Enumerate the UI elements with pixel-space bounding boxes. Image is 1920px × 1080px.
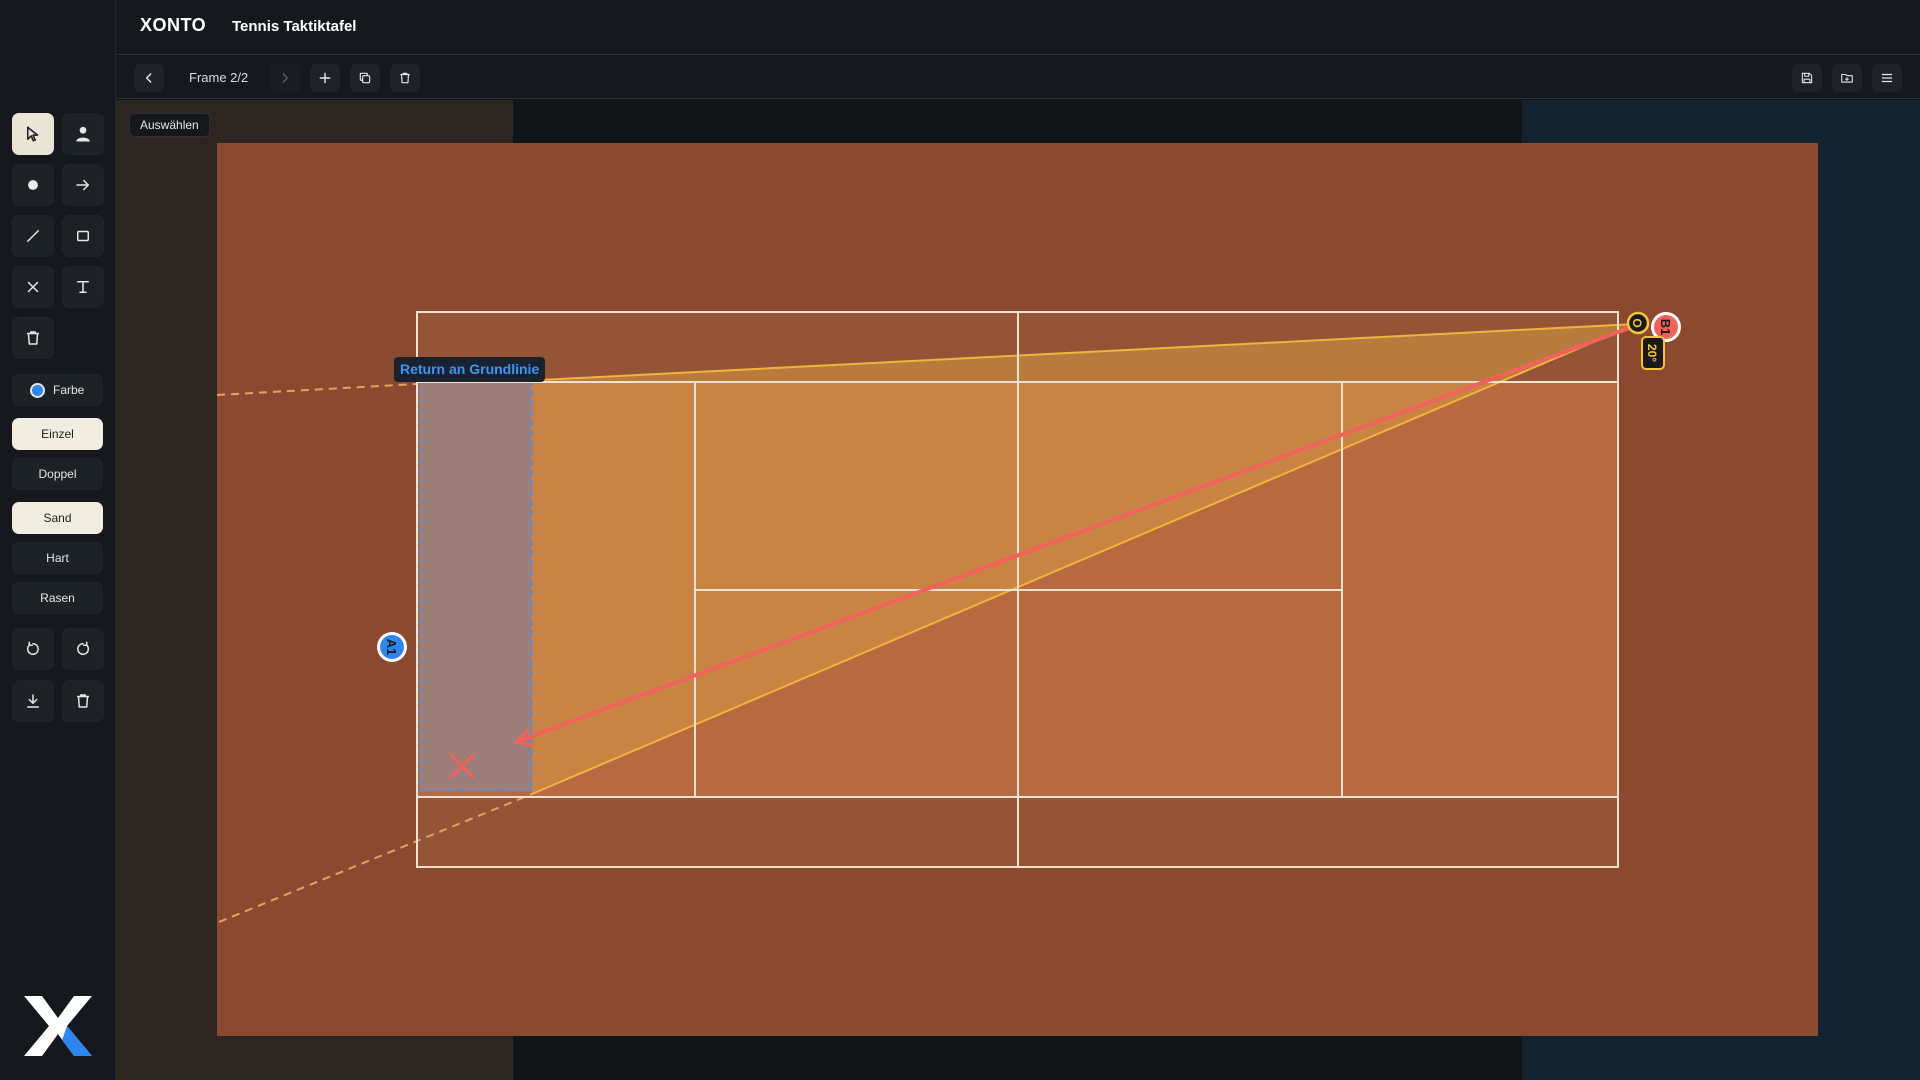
player-tool-button[interactable] (62, 113, 104, 155)
line-icon (27, 230, 39, 242)
chevron-left-icon (145, 73, 152, 83)
save-icon (1801, 72, 1813, 84)
person-icon (76, 126, 90, 142)
undo-icon (26, 641, 39, 655)
plus-icon (319, 72, 331, 84)
tactic-canvas[interactable]: A1 B1 O 20° Auswählen Return an Grundlin… (116, 100, 1920, 1080)
ball-marker[interactable]: O (1626, 311, 1650, 335)
trash-icon (77, 694, 89, 708)
trash-icon (400, 72, 410, 84)
next-frame-button[interactable] (270, 64, 300, 92)
angle-badge: 20° (1641, 336, 1665, 370)
mode-singles-button[interactable]: Einzel (12, 418, 103, 450)
x-mark-icon (27, 281, 39, 293)
line-tool-button[interactable] (12, 215, 54, 257)
surface-hard-button[interactable]: Hart (12, 542, 103, 574)
select-tool-button[interactable] (12, 113, 54, 155)
target-zone[interactable] (420, 382, 532, 791)
player-b1-label: B1 (1658, 319, 1673, 336)
tool-grid (12, 113, 104, 359)
cross-tool-button[interactable] (12, 266, 54, 308)
app-header: XONTO Tennis Taktiktafel (116, 0, 1920, 55)
app-logo: XONTO (140, 15, 207, 35)
undo-button[interactable] (12, 628, 54, 670)
color-label: Farbe (53, 383, 85, 397)
surface-grass-button[interactable]: Rasen (12, 582, 103, 614)
trash-icon (27, 331, 39, 345)
delete-frame-button[interactable] (390, 64, 420, 92)
surface-clay-button[interactable]: Sand (12, 502, 103, 534)
ball-label: O (1630, 318, 1644, 327)
history-actions (12, 628, 104, 722)
add-frame-button[interactable] (310, 64, 340, 92)
redo-button[interactable] (62, 628, 104, 670)
rectangle-tool-button[interactable] (62, 215, 104, 257)
download-icon (27, 694, 39, 708)
folder-icon (1841, 73, 1853, 83)
delete-tool-button[interactable] (12, 317, 54, 359)
frame-counter: Frame 2/2 (189, 70, 249, 85)
redo-icon (77, 641, 90, 655)
select-mode-hint[interactable]: Auswählen (129, 113, 210, 137)
player-a1-marker[interactable]: A1 (377, 632, 407, 662)
cursor-icon (27, 126, 39, 142)
court-drawing: A1 B1 O 20° (216, 143, 1818, 1036)
color-swatch (30, 382, 45, 398)
download-button[interactable] (12, 680, 54, 722)
left-sidebar: Farbe Einzel Doppel Sand Hart Rasen (0, 0, 116, 1080)
menu-button[interactable] (1872, 64, 1902, 92)
mode-doubles-button[interactable]: Doppel (12, 458, 103, 490)
player-a1-label: A1 (384, 639, 399, 656)
arrow-right-icon (76, 179, 89, 191)
menu-icon (1881, 73, 1893, 83)
app-title: Tennis Taktiktafel (232, 18, 357, 35)
duplicate-frame-button[interactable] (350, 64, 380, 92)
text-tool-button[interactable] (62, 266, 104, 308)
frame-toolbar: Frame 2/2 (116, 56, 1920, 99)
save-button[interactable] (1792, 64, 1822, 92)
rectangle-icon (77, 230, 89, 242)
chevron-right-icon (282, 73, 289, 83)
arrow-tool-button[interactable] (62, 164, 104, 206)
target-zone-label[interactable]: Return an Grundlinie (394, 357, 546, 382)
text-icon (77, 281, 89, 293)
angle-label: 20° (1645, 344, 1659, 362)
open-project-button[interactable] (1832, 64, 1862, 92)
ball-tool-button[interactable] (12, 164, 54, 206)
color-picker-button[interactable]: Farbe (12, 374, 103, 406)
xonto-logo-icon (24, 996, 92, 1056)
circle-icon (28, 180, 38, 190)
previous-frame-button[interactable] (134, 64, 164, 92)
copy-icon (359, 72, 371, 84)
clear-all-button[interactable] (62, 680, 104, 722)
